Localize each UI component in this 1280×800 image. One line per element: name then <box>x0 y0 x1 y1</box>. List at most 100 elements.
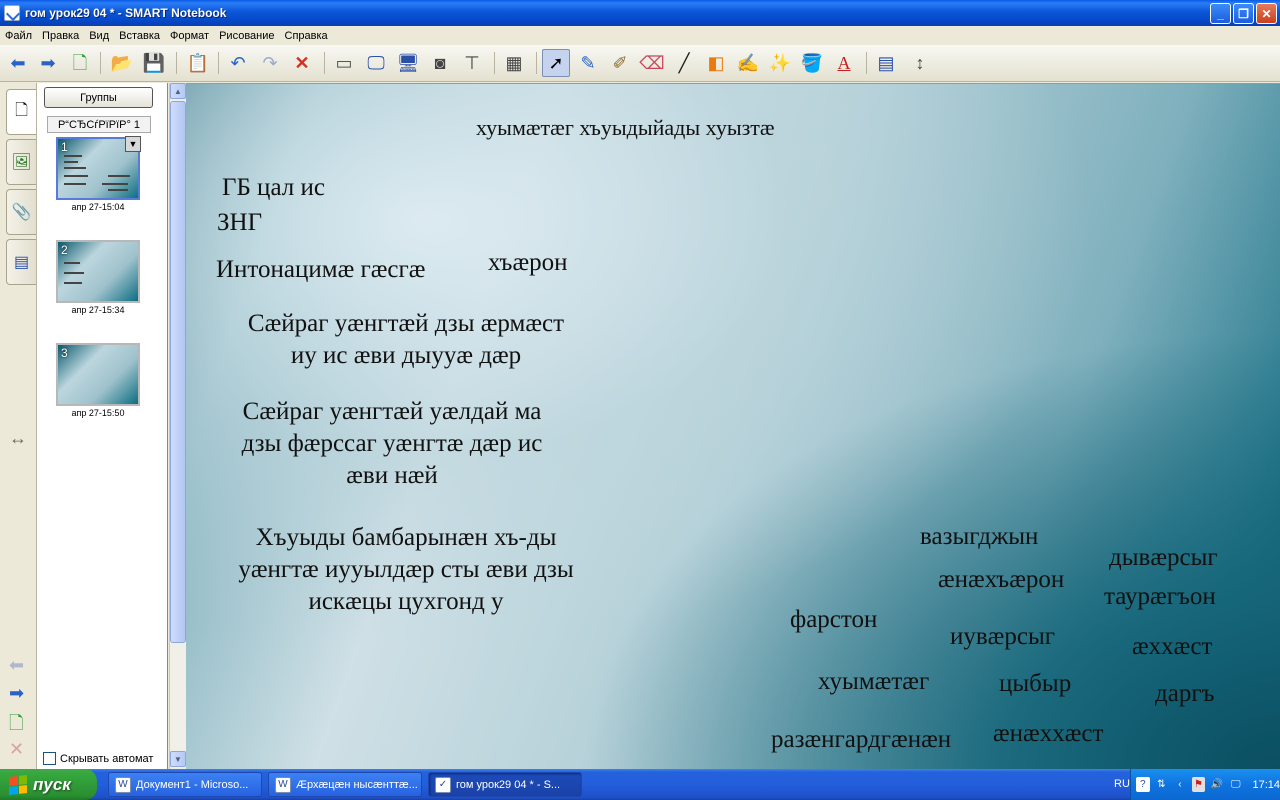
delete-icon[interactable]: ✕ <box>288 49 316 77</box>
text-block-exclamatory[interactable]: хъæрон <box>488 247 568 279</box>
text-block-completeness-line-2[interactable]: уæнгтæ иууылдæр сты æви дзы <box>206 554 606 586</box>
start-button[interactable]: пуск <box>0 769 97 800</box>
clock[interactable]: 17:14 <box>1252 779 1280 791</box>
magic-pen-icon[interactable]: ✍ <box>734 49 762 77</box>
text-block-main-members-line-2[interactable]: иу ис æви дыууæ дæр <box>216 340 596 372</box>
forward-arrow-icon[interactable]: ➡ <box>34 49 62 77</box>
full-screen-icon[interactable]: 🖵 <box>362 49 390 77</box>
add-page-icon[interactable]: 🗋 <box>66 49 94 77</box>
text-icon[interactable]: A <box>830 49 858 77</box>
page-title[interactable]: хуымæтæг хъуыдыйады хуызтæ <box>476 112 775 144</box>
page-thumbnail-3[interactable]: 3 <box>56 343 140 406</box>
back-arrow-icon[interactable]: ⬅ <box>4 49 32 77</box>
network-icon[interactable]: ⇅ <box>1155 777 1169 792</box>
menu-file[interactable]: Файл <box>0 30 37 42</box>
page-thumbnail-1[interactable]: 1 ▼ <box>56 136 141 200</box>
display-icon[interactable]: 🖵 <box>1229 777 1243 792</box>
paste-icon[interactable]: 📋 <box>184 49 212 77</box>
close-icon: ✕ <box>1261 6 1272 21</box>
add-page-icon[interactable]: 🗋 <box>9 711 23 741</box>
previous-page-icon[interactable]: ⬅ <box>9 655 24 676</box>
page-sorter-tab[interactable]: 🗋 <box>6 89 36 135</box>
text-block-completeness-line-3[interactable]: искæцы цухгонд у <box>206 586 606 618</box>
task-word-document-2[interactable]: W Æрхæцæн нысæнттæ... <box>268 772 422 797</box>
text-block-parts-count[interactable]: ГБ цал ис <box>222 172 325 204</box>
page-date-2: апр 27-15:34 <box>71 305 125 315</box>
smart-notebook-icon <box>4 5 20 21</box>
page-thumbnail-2[interactable]: 2 <box>56 240 140 303</box>
menu-draw[interactable]: Рисование <box>214 30 279 42</box>
notebook-canvas[interactable]: хуымæтæг хъуыдыйады хуызтæ ГБ цал ис ЗНГ… <box>186 83 1280 769</box>
text-block-intonation[interactable]: Интонацимæ гæсгæ <box>216 254 425 286</box>
security-icon[interactable]: ⚑ <box>1191 777 1206 792</box>
save-icon[interactable]: 💾 <box>140 49 168 77</box>
resize-arrows-icon[interactable]: ↔ <box>9 428 27 449</box>
word-card[interactable]: æххæст <box>1132 631 1212 663</box>
menu-edit[interactable]: Правка <box>37 30 84 42</box>
line-icon[interactable]: ╱ <box>670 49 698 77</box>
table-icon[interactable]: ▦ <box>500 49 528 77</box>
minimize-button[interactable]: _ <box>1210 3 1231 24</box>
text-block-main-members-line-1[interactable]: Сæйраг уæнгтæй дзы æрмæст <box>216 308 596 340</box>
groups-button[interactable]: Группы <box>44 87 153 108</box>
help-icon[interactable]: ? <box>1136 777 1150 792</box>
move-toolbar-icon[interactable]: ↕ <box>906 49 934 77</box>
task-label: Æрхæцæн нысæнттæ... <box>296 778 418 791</box>
capture-icon[interactable]: ◙ <box>426 49 454 77</box>
autohide-checkbox[interactable]: Скрывать автомат <box>43 752 153 765</box>
word-card[interactable]: хуымæтæг <box>818 666 929 698</box>
checkbox-box[interactable] <box>43 752 56 765</box>
eraser-icon[interactable]: ⌫ <box>638 49 666 77</box>
group-name[interactable]: Р“СЂСѓРїРїР° 1 <box>47 116 151 133</box>
close-button[interactable]: ✕ <box>1256 3 1277 24</box>
scroll-up-icon[interactable]: ▲ <box>170 83 186 99</box>
attachments-tab[interactable]: 📎 <box>6 189 36 235</box>
volume-icon[interactable]: 🔊 <box>1210 777 1224 792</box>
text-block-completeness-line-1[interactable]: Хъуыды бамбарынæн хъ-ды <box>206 522 606 554</box>
highlighter-icon[interactable]: ✨ <box>766 49 794 77</box>
sorter-scrollbar[interactable]: ▲ ▼ <box>169 83 186 769</box>
text-block-secondary-line-3[interactable]: æви нæй <box>206 460 578 492</box>
properties-tab[interactable]: ▤ <box>6 239 36 285</box>
dropdown-arrow-icon[interactable]: ▼ <box>125 136 141 152</box>
delete-page-icon[interactable]: ✕ <box>9 739 24 760</box>
menu-view[interactable]: Вид <box>84 30 114 42</box>
scrollbar-thumb[interactable] <box>170 101 186 643</box>
language-indicator[interactable]: RU <box>1114 778 1130 790</box>
menu-format[interactable]: Формат <box>165 30 214 42</box>
pen-icon[interactable]: ✎ <box>574 49 602 77</box>
fill-icon[interactable]: 🪣 <box>798 49 826 77</box>
word-card[interactable]: разæнгардгæнæн <box>771 724 951 756</box>
word-card[interactable]: фарстон <box>790 604 877 636</box>
redo-icon[interactable]: ↷ <box>256 49 284 77</box>
text-block-main-members[interactable]: ЗНГ <box>217 207 262 239</box>
word-card[interactable]: иувæрсыг <box>950 621 1055 653</box>
screen-shade-icon[interactable]: ▭ <box>330 49 358 77</box>
task-smart-notebook[interactable]: ✓ гом урок29 04 * - S... <box>428 772 582 797</box>
open-folder-icon[interactable]: 📂 <box>108 49 136 77</box>
menu-insert[interactable]: Вставка <box>114 30 165 42</box>
word-card[interactable]: даргъ <box>1155 678 1215 710</box>
shapes-icon[interactable]: ◧ <box>702 49 730 77</box>
gallery-tab[interactable]: 🖼 <box>6 139 36 185</box>
chevron-left-icon[interactable]: ‹ <box>1173 777 1187 792</box>
word-card[interactable]: æнæхъæрон <box>938 564 1064 596</box>
maximize-button[interactable]: ❐ <box>1233 3 1254 24</box>
word-card[interactable]: дывæрсыг <box>1109 542 1218 574</box>
properties-icon[interactable]: ▤ <box>872 49 900 77</box>
creative-pen-icon[interactable]: ✐ <box>606 49 634 77</box>
next-page-icon[interactable]: ➡ <box>9 683 24 704</box>
task-word-document[interactable]: W Документ1 - Microso... <box>108 772 262 797</box>
menu-help[interactable]: Справка <box>280 30 333 42</box>
undo-icon[interactable]: ↶ <box>224 49 252 77</box>
dual-display-icon[interactable]: 🖥 <box>394 49 422 77</box>
document-camera-icon[interactable]: ⊤ <box>458 49 486 77</box>
select-icon[interactable]: ➚ <box>542 49 570 77</box>
word-card[interactable]: вазыгджын <box>920 521 1038 553</box>
scroll-down-icon[interactable]: ▼ <box>170 751 186 767</box>
word-card[interactable]: æнæххæст <box>993 718 1103 750</box>
text-block-secondary-line-1[interactable]: Сæйраг уæнгтæй уæлдай ма <box>206 396 578 428</box>
text-block-secondary-line-2[interactable]: дзы фæрссаг уæнгтæ дæр ис <box>206 428 578 460</box>
word-card[interactable]: таурæгъон <box>1104 581 1216 613</box>
word-card[interactable]: цыбыр <box>999 668 1071 700</box>
